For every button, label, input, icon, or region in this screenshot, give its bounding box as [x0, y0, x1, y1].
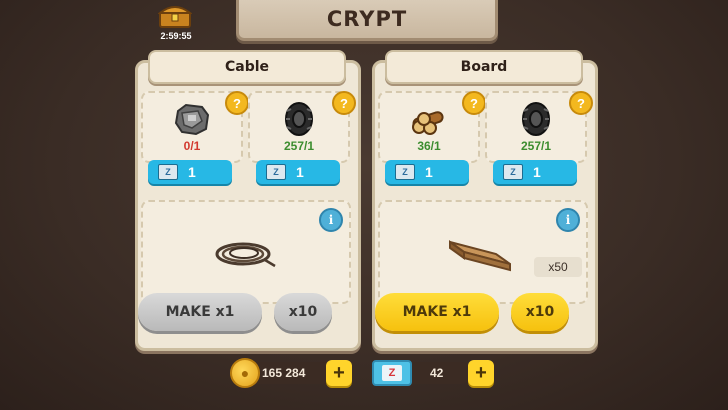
- tire-icon: [279, 101, 319, 137]
- result-quantity: x50: [534, 257, 582, 277]
- ingredient-slot[interactable]: 257/1 ?: [485, 91, 593, 163]
- z-cost-button[interactable]: Z 1: [148, 160, 232, 184]
- recipe-panel-board: Board 36/1 ? 257/1 ? Z 1 Z 1 i x50 MAKE …: [372, 50, 598, 351]
- logs-icon: [409, 101, 449, 137]
- metal-scrap-icon: [172, 101, 212, 137]
- z-token-value: 42: [430, 366, 444, 380]
- page-title: CRYPT: [326, 7, 408, 31]
- result-slot: i: [141, 200, 351, 304]
- coin-balance: ● 165 284 +: [230, 358, 352, 388]
- title-banner: CRYPT: [236, 0, 498, 41]
- add-z-tokens-button[interactable]: +: [468, 360, 494, 386]
- ingredient-slot[interactable]: 257/1 ?: [248, 91, 356, 163]
- z-cost-value: 1: [425, 164, 433, 180]
- z-cost-button[interactable]: Z 1: [493, 160, 577, 184]
- z-token-icon: Z: [372, 360, 412, 386]
- make-x1-button[interactable]: MAKE x1: [138, 293, 262, 331]
- z-token-icon: Z: [503, 164, 523, 180]
- z-token-balance: Z 42 +: [372, 358, 496, 388]
- help-icon[interactable]: ?: [569, 91, 593, 115]
- help-icon[interactable]: ?: [462, 91, 486, 115]
- result-slot: i x50: [378, 200, 588, 304]
- chest-icon[interactable]: [157, 3, 193, 29]
- coin-icon: ●: [230, 358, 260, 388]
- make-x1-button[interactable]: MAKE x1: [375, 293, 499, 331]
- board-icon: [440, 232, 520, 274]
- recipe-panel-cable: Cable 0/1 ? 257/1 ? Z 1 Z 1 i MAKE x1 x1…: [135, 50, 361, 351]
- z-cost-button[interactable]: Z 1: [385, 160, 469, 184]
- ingredient-count: 36/1: [417, 139, 441, 153]
- ingredient-slot[interactable]: 36/1 ?: [378, 91, 486, 163]
- help-icon[interactable]: ?: [332, 91, 356, 115]
- recipe-title: Cable: [148, 50, 346, 84]
- z-token-icon: Z: [158, 164, 178, 180]
- coin-value: 165 284: [262, 366, 306, 380]
- z-token-icon: Z: [266, 164, 286, 180]
- z-cost-value: 1: [188, 164, 196, 180]
- ingredient-slot[interactable]: 0/1 ?: [141, 91, 249, 163]
- help-icon[interactable]: ?: [225, 91, 249, 115]
- recipe-title: Board: [385, 50, 583, 84]
- tire-icon: [516, 101, 556, 137]
- z-token-icon: Z: [395, 164, 415, 180]
- info-icon[interactable]: i: [556, 208, 580, 232]
- ingredient-count: 0/1: [183, 139, 201, 153]
- make-x10-button[interactable]: x10: [274, 293, 332, 331]
- ingredient-count: 257/1: [520, 139, 552, 153]
- info-icon[interactable]: i: [319, 208, 343, 232]
- make-x10-button[interactable]: x10: [511, 293, 569, 331]
- z-cost-button[interactable]: Z 1: [256, 160, 340, 184]
- chest-timer: 2:59:55: [160, 31, 192, 41]
- add-coins-button[interactable]: +: [326, 360, 352, 386]
- ingredient-count: 257/1: [283, 139, 315, 153]
- z-cost-value: 1: [296, 164, 304, 180]
- z-token-letter: Z: [382, 365, 402, 381]
- z-cost-value: 1: [533, 164, 541, 180]
- cable-icon: [203, 232, 283, 274]
